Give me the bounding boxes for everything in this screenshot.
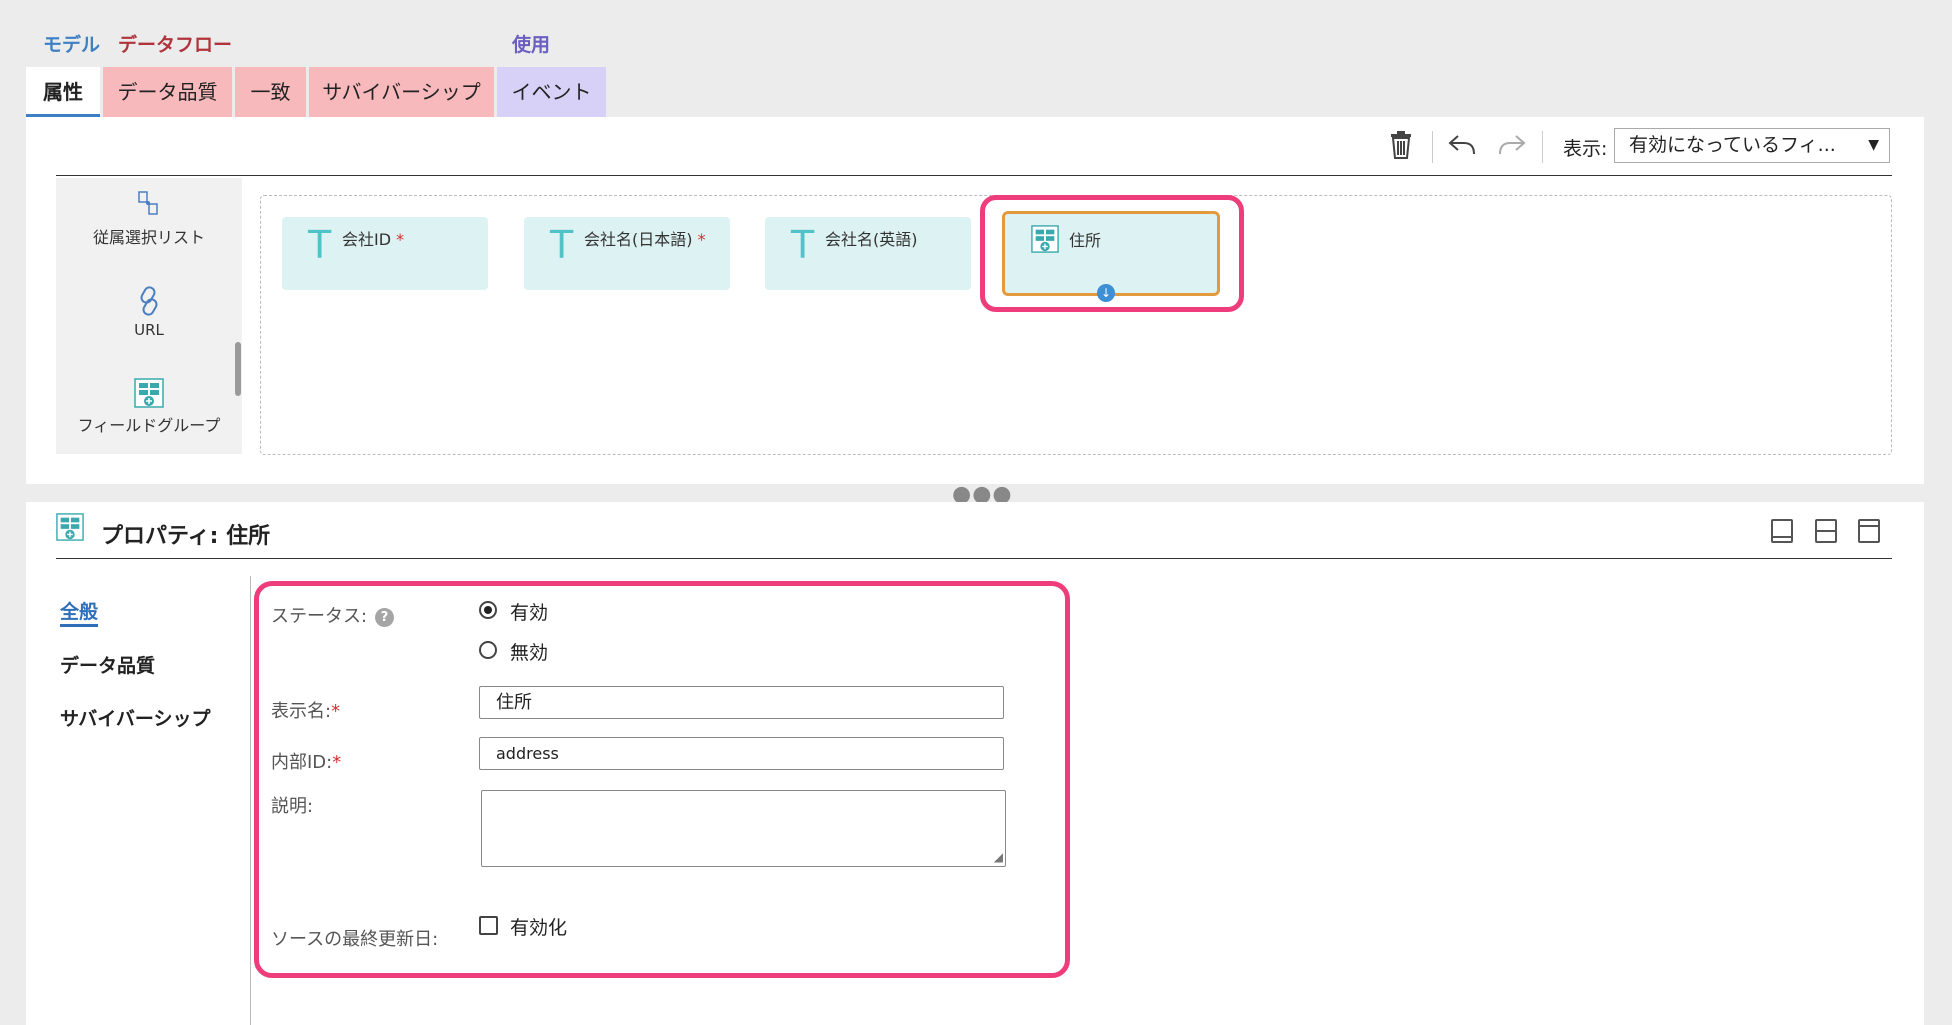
field-name: 会社名(日本語) xyxy=(584,230,693,249)
sidebar-divider xyxy=(250,576,251,1025)
palette-item-dependent-picklist[interactable]: 従属選択リスト xyxy=(56,190,242,248)
view-filter-value: 有効になっているフィ... xyxy=(1629,134,1836,156)
tab-match[interactable]: 一致 xyxy=(233,67,306,117)
toolbar-divider xyxy=(56,175,1892,176)
field-card-company-id[interactable]: T 会社ID * xyxy=(282,217,488,290)
field-card-company-name-en[interactable]: T 会社名(英語) xyxy=(765,217,971,290)
field-group-icon xyxy=(134,378,164,408)
sidebar-item-general[interactable]: 全般 xyxy=(60,597,99,627)
palette-item-url[interactable]: URL xyxy=(56,284,242,339)
palette-item-field-group[interactable]: フィールドグループ xyxy=(56,378,242,436)
view-label: 表示: xyxy=(1563,138,1608,160)
view-filter-select[interactable]: 有効になっているフィ... ▼ xyxy=(1614,128,1890,163)
group-label-model: モデル xyxy=(43,34,101,56)
highlight-frame-form xyxy=(254,581,1070,978)
group-label-use: 使用 xyxy=(512,34,551,56)
highlight-frame-group xyxy=(980,195,1244,312)
toolbar-separator xyxy=(1542,131,1543,163)
required-mark: * xyxy=(396,230,405,249)
sidebar-item-survivorship[interactable]: サバイバーシップ xyxy=(60,704,210,731)
field-name: 会社ID xyxy=(342,230,392,249)
text-field-icon: T xyxy=(550,223,574,267)
palette-item-label: 従属選択リスト xyxy=(92,228,205,247)
properties-title: プロパティ: 住所 xyxy=(101,524,271,549)
layout-top-icon[interactable] xyxy=(1858,519,1880,543)
field-name: 会社名(英語) xyxy=(825,230,918,249)
field-group-icon xyxy=(56,512,84,542)
text-field-icon: T xyxy=(791,223,815,267)
dependent-picklist-icon xyxy=(133,190,165,220)
text-field-icon: T xyxy=(308,223,332,267)
layout-split-icon[interactable] xyxy=(1815,519,1837,543)
tab-events[interactable]: イベント xyxy=(495,67,606,117)
tab-survivorship[interactable]: サバイバーシップ xyxy=(307,67,494,117)
sidebar-item-data-quality[interactable]: データ品質 xyxy=(60,651,155,678)
trash-icon[interactable] xyxy=(1388,130,1414,160)
tab-data-quality[interactable]: データ品質 xyxy=(101,67,232,117)
tab-attributes[interactable]: 属性 xyxy=(26,67,100,117)
caret-down-icon: ▼ xyxy=(1868,137,1879,153)
field-card-company-name-ja[interactable]: T 会社名(日本語) * xyxy=(524,217,730,290)
undo-icon[interactable] xyxy=(1448,134,1476,156)
properties-divider xyxy=(56,558,1892,559)
layout-bottom-icon[interactable] xyxy=(1771,519,1793,543)
toolbar-separator xyxy=(1432,131,1433,163)
group-label-dataflow: データフロー xyxy=(118,34,233,56)
palette-item-label: フィールドグループ xyxy=(77,416,221,435)
palette-item-label: URL xyxy=(134,321,164,339)
redo-icon[interactable] xyxy=(1498,134,1526,156)
palette-scrollbar[interactable] xyxy=(235,342,241,396)
link-icon xyxy=(134,284,164,318)
required-mark: * xyxy=(697,230,706,249)
